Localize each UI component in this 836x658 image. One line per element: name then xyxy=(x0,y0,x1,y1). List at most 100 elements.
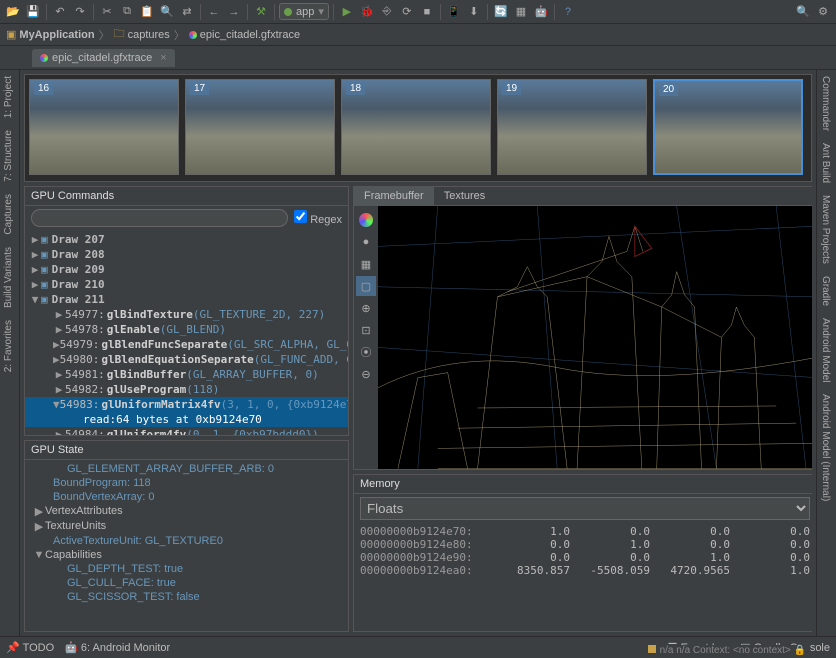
framebuffer-tools: ●▦▢⊕⊡⦿⊖ xyxy=(354,206,378,469)
shaded-icon[interactable]: ● xyxy=(356,232,376,252)
forward-icon[interactable]: → xyxy=(225,3,243,21)
frame-thumbnail[interactable]: 19 xyxy=(497,79,647,175)
memory-row: 00000000b9124e80:0.01.00.00.0 xyxy=(360,538,810,551)
gl-call[interactable]: ▶54978: glEnable(GL_BLEND) xyxy=(25,322,348,337)
gl-call[interactable]: ▶54979: glBlendFuncSeparate(GL_SRC_ALPHA… xyxy=(25,337,348,352)
avd-icon[interactable]: 📱 xyxy=(445,3,463,21)
build-icon[interactable]: ⚒ xyxy=(252,3,270,21)
cut-icon[interactable]: ✂ xyxy=(98,3,116,21)
framebuffer-tab[interactable]: Framebuffer xyxy=(354,187,434,205)
frame-thumbnail[interactable]: 18 xyxy=(341,79,491,175)
android-icon[interactable]: 🤖 xyxy=(532,3,550,21)
panel-title: Memory xyxy=(354,475,812,494)
gl-call[interactable]: ▶54982: glUseProgram(118) xyxy=(25,382,348,397)
file-tab[interactable]: epic_citadel.gfxtrace × xyxy=(32,49,175,67)
framebuffer-tab[interactable]: Textures xyxy=(434,187,496,205)
state-row[interactable]: ActiveTextureUnit: GL_TEXTURE0 xyxy=(25,534,348,548)
breadcrumb-file[interactable]: epic_citadel.gfxtrace xyxy=(189,29,300,41)
zoom-actual-icon[interactable]: ⦿ xyxy=(356,342,376,362)
run-icon[interactable]: ▶ xyxy=(338,3,356,21)
rail-tab[interactable]: Maven Projects xyxy=(817,189,834,270)
draw-group[interactable]: ▶▣Draw 209 xyxy=(25,262,348,277)
zoom-fit-icon[interactable]: ⊡ xyxy=(356,320,376,340)
gl-call[interactable]: ▶54980: glBlendEquationSeparate(GL_FUNC_… xyxy=(25,352,348,367)
framebuffer-viewport[interactable] xyxy=(378,206,812,469)
command-search-input[interactable] xyxy=(31,209,288,227)
stop-icon[interactable]: ■ xyxy=(418,3,436,21)
breadcrumb-folder[interactable]: 🗀captures xyxy=(114,25,170,44)
draw-group[interactable]: ▶▣Draw 210 xyxy=(25,277,348,292)
call-detail[interactable]: read:64 bytes at 0xb9124e70 xyxy=(25,412,348,427)
settings-icon[interactable]: ⚙ xyxy=(814,3,832,21)
search-icon[interactable]: 🔍 xyxy=(794,3,812,21)
paste-icon[interactable]: 📋 xyxy=(138,3,156,21)
undo-icon[interactable]: ↶ xyxy=(51,3,69,21)
profiler-icon[interactable]: ⟳ xyxy=(398,3,416,21)
state-row[interactable]: GL_ELEMENT_ARRAY_BUFFER_ARB: 0 xyxy=(25,462,348,476)
command-tree[interactable]: ▶▣Draw 207▶▣Draw 208▶▣Draw 209▶▣Draw 210… xyxy=(25,230,348,435)
rail-tab[interactable]: 7: Structure xyxy=(0,124,17,188)
frame-thumbnail[interactable]: 20 xyxy=(653,79,803,175)
rail-tab[interactable]: 2: Favorites xyxy=(0,314,17,378)
zoom-out-icon[interactable]: ⊖ xyxy=(356,364,376,384)
memory-format-select[interactable]: Floats xyxy=(360,497,810,520)
state-row[interactable]: GL_DEPTH_TEST: true xyxy=(25,562,348,576)
frame-thumbnail[interactable]: 17 xyxy=(185,79,335,175)
close-icon[interactable]: × xyxy=(160,52,166,64)
gpu-state-panel: GPU State GL_ELEMENT_ARRAY_BUFFER_ARB: 0… xyxy=(24,440,349,632)
state-row[interactable]: BoundVertexArray: 0 xyxy=(25,490,348,504)
debug-icon[interactable]: 🐞 xyxy=(358,3,376,21)
frame-thumbnail[interactable]: 16 xyxy=(29,79,179,175)
copy-icon[interactable]: ⧉ xyxy=(118,3,136,21)
draw-group[interactable]: ▶▣Draw 208 xyxy=(25,247,348,262)
rail-tab[interactable]: Commander xyxy=(817,70,834,137)
gl-call[interactable]: ▶54984: glUniform4fv(0, 1, {0xb97bddd0}) xyxy=(25,427,348,435)
state-row[interactable]: GL_CULL_FACE: true xyxy=(25,576,348,590)
android-monitor-button[interactable]: 🤖 6: Android Monitor xyxy=(64,641,170,654)
memory-row: 00000000b9124ea0:8350.857-5508.0594720.9… xyxy=(360,564,810,577)
wire-icon[interactable]: ▢ xyxy=(356,276,376,296)
layout-icon[interactable]: ▦ xyxy=(512,3,530,21)
draw-group[interactable]: ▼▣Draw 211 xyxy=(25,292,348,307)
replace-icon[interactable]: ⇄ xyxy=(178,3,196,21)
rail-tab[interactable]: Ant Build xyxy=(817,137,834,189)
state-row[interactable]: BoundProgram: 118 xyxy=(25,476,348,490)
rail-tab[interactable]: Android Model xyxy=(817,312,834,388)
zoom-in-icon[interactable]: ⊕ xyxy=(356,298,376,318)
state-tree[interactable]: GL_ELEMENT_ARRAY_BUFFER_ARB: 0BoundProgr… xyxy=(25,460,348,631)
run-config-dropdown[interactable]: app ▾ xyxy=(279,3,329,20)
status-context: n/a n/a Context: <no context> 🔒 xyxy=(644,645,810,656)
breadcrumb-project[interactable]: ▣MyApplication xyxy=(6,28,95,41)
rail-tab[interactable]: Captures xyxy=(0,188,17,241)
state-row[interactable]: ▼Capabilities xyxy=(25,548,348,562)
save-icon[interactable]: 💾 xyxy=(24,3,42,21)
sdk-icon[interactable]: ⬇ xyxy=(465,3,483,21)
draw-group[interactable]: ▶▣Draw 207 xyxy=(25,232,348,247)
gpu-commands-panel: GPU Commands Regex ▶▣Draw 207▶▣Draw 208▶… xyxy=(24,186,349,436)
rail-tab[interactable]: Android Model (Internal) xyxy=(817,388,834,507)
sync-icon[interactable]: 🔄 xyxy=(492,3,510,21)
find-icon[interactable]: 🔍 xyxy=(158,3,176,21)
back-icon[interactable]: ← xyxy=(205,3,223,21)
color-icon[interactable] xyxy=(356,210,376,230)
redo-icon[interactable]: ↷ xyxy=(71,3,89,21)
memory-panel: Memory Floats 00000000b9124e70:1.00.00.0… xyxy=(353,474,812,632)
open-icon[interactable]: 📂 xyxy=(4,3,22,21)
gl-call[interactable]: ▶54981: glBindBuffer(GL_ARRAY_BUFFER, 0) xyxy=(25,367,348,382)
main-toolbar: 📂 💾 ↶ ↷ ✂ ⧉ 📋 🔍 ⇄ ← → ⚒ app ▾ ▶ 🐞 ⎆ ⟳ ■ … xyxy=(0,0,836,24)
state-row[interactable]: ▶TextureUnits xyxy=(25,519,348,534)
todo-button[interactable]: 📌 TODO xyxy=(6,641,54,654)
gl-call[interactable]: ▶54977: glBindTexture(GL_TEXTURE_2D, 227… xyxy=(25,307,348,322)
state-row[interactable]: GL_SCISSOR_TEST: false xyxy=(25,590,348,604)
rail-tab[interactable]: Build Variants xyxy=(0,241,17,314)
left-tool-rail: 1: Project7: StructureCapturesBuild Vari… xyxy=(0,70,20,636)
wire-depth-icon[interactable]: ▦ xyxy=(356,254,376,274)
attach-icon[interactable]: ⎆ xyxy=(378,3,396,21)
rail-tab[interactable]: Gradle xyxy=(817,270,834,312)
regex-checkbox[interactable]: Regex xyxy=(294,210,342,226)
gl-call[interactable]: ▼54983: glUniformMatrix4fv(3, 1, 0, {0xb… xyxy=(25,397,348,412)
state-row[interactable]: ▶VertexAttributes xyxy=(25,504,348,519)
help-icon[interactable]: ? xyxy=(559,3,577,21)
rail-tab[interactable]: 1: Project xyxy=(0,70,17,124)
editor-tabs: epic_citadel.gfxtrace × xyxy=(0,46,836,70)
